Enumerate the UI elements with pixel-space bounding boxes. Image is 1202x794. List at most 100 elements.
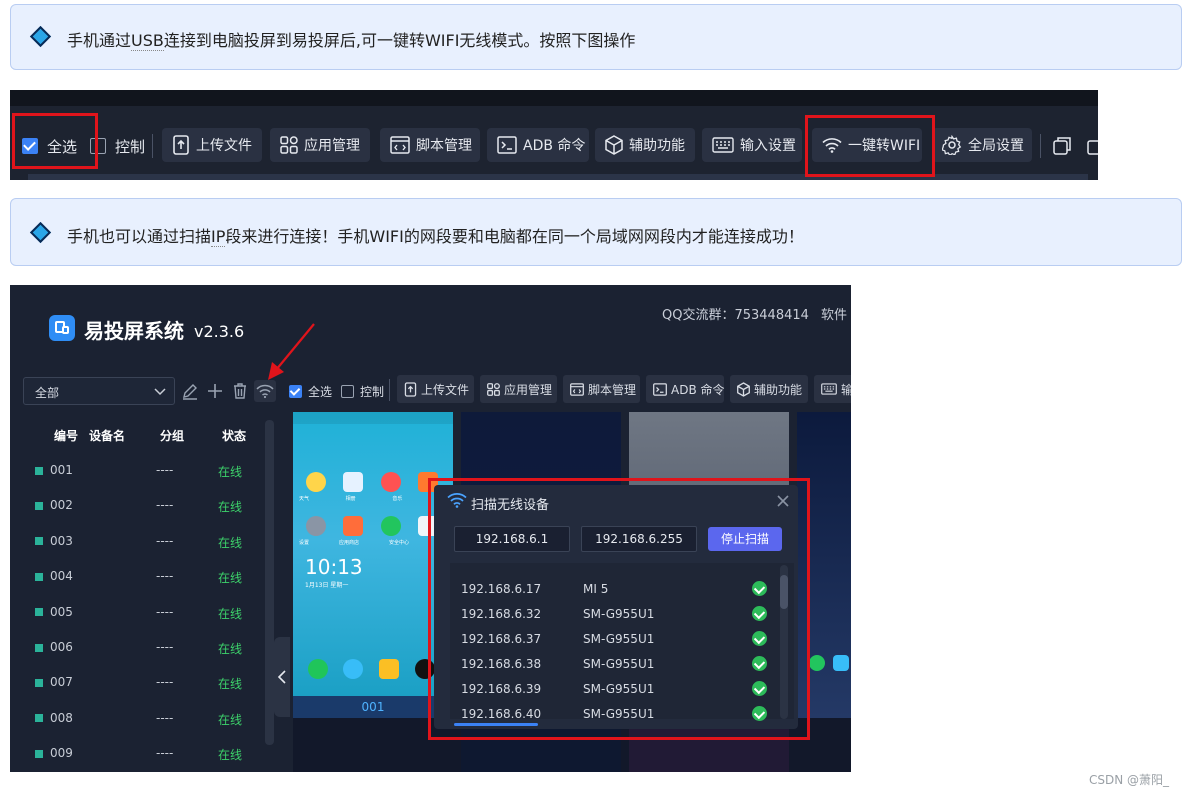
device-row[interactable]: 001 ---- 在线 [10,463,260,479]
status-square-icon [35,643,43,652]
device-id: 001 [50,463,73,477]
browser-app-icon [343,659,363,679]
device-id: 008 [50,710,73,725]
device-status: 在线 [218,712,243,727]
input-settings-button[interactable]: 输入设置 [702,128,802,162]
device-group: ---- [156,710,174,725]
chevron-left-icon [277,670,286,684]
code-icon [570,382,584,396]
app-title: 易投屏系统 [84,319,184,343]
app-apps-button[interactable]: 应用管理 [480,375,557,403]
store-app-icon [343,516,363,536]
status-square-icon [35,714,43,723]
watermark: CSDN @萧阳_ [1089,773,1170,787]
device-row[interactable]: 007 ---- 在线 [10,675,260,691]
device-group: ---- [156,533,174,548]
device-status: 在线 [218,535,243,550]
assist-function-button[interactable]: 辅助功能 [595,128,695,162]
app-select-all-checkbox[interactable]: 全选 [289,381,332,401]
delete-icon[interactable] [230,381,250,401]
device-status: 在线 [218,500,243,515]
tip-note-2: 手机也可以通过扫描IP段来进行连接！手机WIFI的网段要和电脑都在同一个局域网网… [10,198,1182,266]
upload-file-button[interactable]: 上传文件 [162,128,262,162]
phone-clock: 10:13 [305,555,363,579]
keyboard-icon [821,383,837,395]
device-status: 在线 [218,606,243,621]
gallery-app-icon [343,472,363,492]
device-status: 在线 [218,642,243,656]
add-icon[interactable] [205,381,225,401]
app-input-button[interactable]: 输 [814,375,851,403]
device-row[interactable]: 004 ---- 在线 [10,569,260,585]
status-square-icon [35,608,43,617]
highlight-wifi-button [805,115,935,177]
device-status: 在线 [218,748,243,763]
device-id: 006 [50,640,73,654]
gear-icon [942,135,962,155]
device-row[interactable]: 006 ---- 在线 [10,640,260,656]
device-group: ---- [156,746,174,761]
grid-icon [487,382,500,396]
device-group: ---- [156,675,174,690]
cube-icon [737,381,750,397]
device-status: 在线 [218,571,243,586]
highlight-scan-dialog [428,478,810,740]
script-manage-button[interactable]: 脚本管理 [380,128,480,162]
device-status: 在线 [218,677,243,692]
device-group: ---- [156,463,174,477]
edit-icon[interactable] [180,381,200,401]
device-row[interactable]: 005 ---- 在线 [10,605,260,621]
adb-command-button[interactable]: ADB 命令 [487,128,589,162]
status-square-icon [35,501,43,510]
window-icon[interactable] [1052,136,1072,160]
window-icon-2[interactable] [1086,136,1098,160]
sidebar-scrollbar[interactable] [265,420,274,745]
message-app-icon [379,659,399,679]
device-row[interactable]: 002 ---- 在线 [10,498,260,514]
app-scripts-button[interactable]: 脚本管理 [563,375,640,403]
device-id: 003 [50,533,73,548]
app-control-checkbox[interactable]: 控制 [341,381,384,401]
upload-icon [173,135,189,155]
weather-app-icon [306,472,326,492]
phone-app-icon [308,659,328,679]
keyboard-icon [712,137,734,153]
app-upload-button[interactable]: 上传文件 [397,375,474,403]
highlight-select-all [12,113,98,169]
app-version: v2.3.6 [194,322,245,341]
chevron-down-icon [154,388,166,396]
terminal-icon [653,382,667,396]
device-row[interactable]: 003 ---- 在线 [10,534,260,550]
security-app-icon [381,516,401,536]
upload-icon [404,381,417,397]
device-id: 005 [50,604,73,619]
settings-app-icon [306,516,326,536]
software-link[interactable]: 软件 [821,304,847,323]
status-square-icon [35,572,43,581]
collapse-sidebar-button[interactable] [274,637,290,717]
app-adb-button[interactable]: ADB 命令 [646,375,725,403]
device-row[interactable]: 008 ---- 在线 [10,711,260,727]
code-icon [390,136,410,154]
device-group: ---- [156,604,174,619]
control-checkbox[interactable]: 控制 [90,136,145,156]
grid-icon [280,136,298,154]
music-app-icon [381,472,401,492]
status-square-icon [35,678,43,687]
status-square-icon [35,537,43,546]
device-id: 004 [50,569,73,584]
group-select[interactable]: 全部 [23,377,175,405]
device-id: 007 [50,675,73,690]
tip-note-1: 手机通过USB连接到电脑投屏到易投屏后,可一键转WIFI无线模式。按照下图操作 [10,4,1182,70]
cube-icon [605,135,623,155]
device-row[interactable]: 009 ---- 在线 [10,746,260,762]
qq-group: QQ交流群：753448414 [662,308,809,323]
app-manage-button[interactable]: 应用管理 [270,128,370,162]
device-group: ---- [156,498,174,513]
arrow-annotation [268,323,315,380]
device-group: ---- [156,569,174,584]
app-logo-icon [49,315,75,341]
app-assist-button[interactable]: 辅助功能 [730,375,808,403]
global-settings-button[interactable]: 全局设置 [932,128,1032,162]
status-square-icon [35,466,43,475]
